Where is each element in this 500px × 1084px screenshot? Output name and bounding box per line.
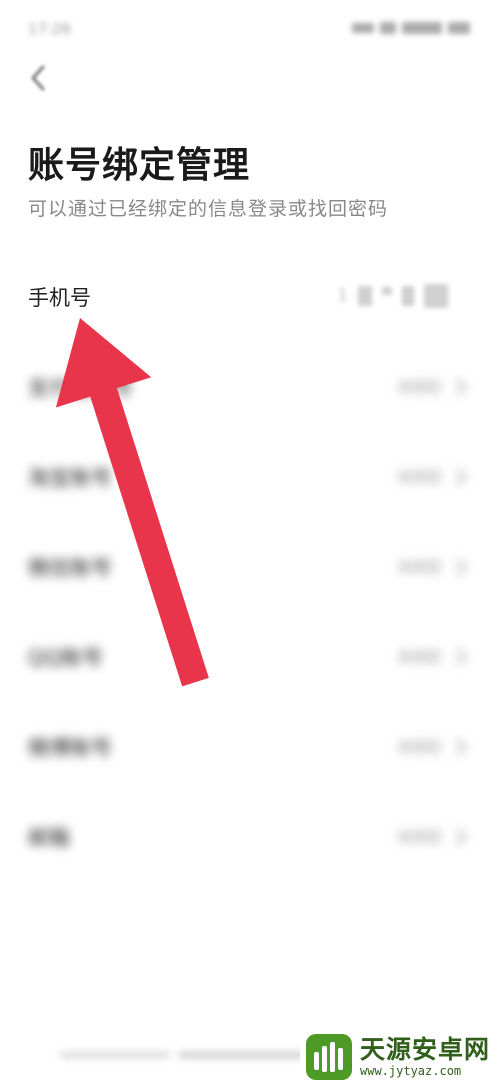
page-title: 账号绑定管理	[28, 145, 251, 186]
chevron-left-icon	[31, 65, 45, 91]
chevron-right-icon	[456, 378, 467, 396]
signal-strength-icon	[402, 22, 442, 34]
masked-phone-number: 1	[337, 284, 448, 308]
row-label: 微博账号	[28, 736, 112, 760]
mask-block	[424, 284, 448, 308]
mask-block	[402, 286, 414, 306]
chevron-right-icon	[456, 828, 467, 846]
watermark: 天源安卓网 www.jytyaz.com	[300, 1030, 500, 1084]
watermark-url: www.jytyaz.com	[360, 1064, 462, 1078]
android-logo-icon	[306, 1034, 352, 1080]
phone-digit: 1	[337, 286, 348, 306]
account-row-taobao[interactable]: 淘宝账号 未绑定	[0, 436, 500, 516]
account-row-email[interactable]: 邮箱 未绑定	[0, 796, 500, 876]
status-time: 17:26	[28, 20, 72, 38]
chevron-right-icon	[456, 558, 467, 576]
mask-block	[358, 286, 372, 306]
row-label: QQ账号	[28, 646, 104, 670]
chevron-right-icon	[456, 738, 467, 756]
bind-status: 未绑定	[396, 738, 442, 756]
page-subtitle: 可以通过已经绑定的信息登录或找回密码	[28, 198, 389, 220]
chevron-right-icon	[456, 468, 467, 486]
row-label: 淘宝账号	[28, 466, 112, 490]
bind-status: 未绑定	[396, 558, 442, 576]
row-label: 支付宝账号	[28, 376, 133, 400]
row-label: 邮箱	[28, 826, 70, 850]
mask-block	[382, 287, 392, 295]
account-row-alipay[interactable]: 支付宝账号 未绑定	[0, 346, 500, 426]
battery-icon	[448, 22, 470, 34]
row-label: 手机号	[28, 286, 91, 310]
bind-status: 未绑定	[396, 828, 442, 846]
bind-status: 未绑定	[396, 648, 442, 666]
row-label: 微信账号	[28, 556, 112, 580]
status-icons	[352, 22, 470, 34]
signal-icon	[352, 23, 374, 33]
watermark-name: 天源安卓网	[360, 1035, 491, 1064]
account-row-weibo[interactable]: 微博账号 未绑定	[0, 706, 500, 786]
bind-status: 未绑定	[396, 378, 442, 396]
status-bar: 17:26	[0, 0, 500, 60]
account-row-wechat[interactable]: 微信账号 未绑定	[0, 526, 500, 606]
chevron-right-icon	[456, 648, 467, 666]
account-row-qq[interactable]: QQ账号 未绑定	[0, 616, 500, 696]
bind-status: 未绑定	[396, 468, 442, 486]
wifi-icon	[380, 22, 396, 34]
back-button[interactable]	[18, 58, 58, 98]
